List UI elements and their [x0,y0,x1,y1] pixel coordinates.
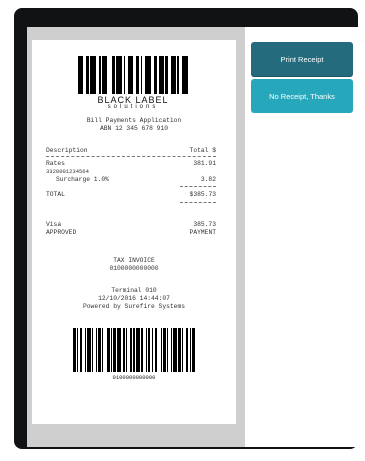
barcode-icon [69,328,199,372]
brand-subtitle: solutions [107,104,159,110]
terminal-id: Terminal 010 [111,287,157,294]
brand-logo: BLACK LABEL solutions [78,56,189,112]
surcharge-amount: 3.82 [200,176,216,183]
tablet-screen: BLACK LABEL solutions Bill Payments Appl… [27,27,358,447]
no-receipt-button[interactable]: No Receipt, Thanks [251,79,353,113]
item-amount: 381.91 [193,160,216,167]
payment-amount: 385.73 [193,221,216,228]
account-number: 3320001234564 [46,168,89,175]
total-label: TOTAL [46,191,65,198]
powered-by: Powered by Surefire Systems [82,303,186,310]
surcharge-line: Surcharge 1.0% 3.82 [46,176,216,183]
transaction-datetime: 12/10/2016 14:44:07 [98,295,170,302]
abn-number: ABN 12 345 678 910 [99,125,169,132]
payment-method: Visa [46,221,62,228]
receipt-paper: BLACK LABEL solutions Bill Payments Appl… [32,40,236,424]
barcode-bar [181,56,189,94]
print-receipt-button[interactable]: Print Receipt [251,42,353,76]
tax-invoice-title: TAX INVOICE [113,257,155,264]
receipt-barcode: 0100000000000 [69,328,199,384]
app-title: Bill Payments Application [86,117,182,124]
header-description: Description [46,147,88,154]
barcode-bar [192,328,195,372]
receipt-header: Description Total $ [46,147,216,154]
surcharge-label: Surcharge 1.0% [56,176,109,183]
payment-label: PAYMENT [189,229,216,236]
header-total: Total $ [189,147,216,154]
barcode-logo-icon [78,56,189,94]
invoice-number: 0100000000000 [109,265,159,272]
payment-status: APPROVED [46,229,77,236]
barcode-number: 0100000000000 [112,374,156,381]
receipt-preview-area: BLACK LABEL solutions Bill Payments Appl… [27,27,245,447]
divider [46,156,216,157]
line-item: Rates 381.91 [46,160,216,167]
total-line: TOTAL $385.73 [46,191,216,198]
divider [180,186,216,187]
total-amount: $385.73 [189,191,216,198]
item-name: Rates [46,160,65,167]
divider [180,202,216,203]
